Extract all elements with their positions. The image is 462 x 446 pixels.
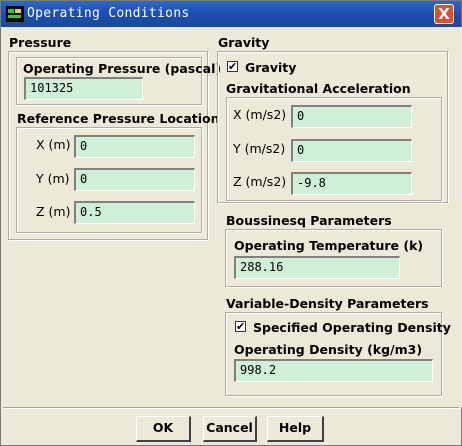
window-title: Operating Conditions	[27, 6, 190, 21]
operating-density-label: Operating Density (kg/m3)	[234, 342, 423, 357]
pressure-heading: Pressure	[9, 35, 72, 50]
operating-temperature-input[interactable]: 288.16	[234, 256, 400, 279]
button-separator	[3, 407, 459, 409]
help-button[interactable]: Help	[267, 416, 324, 442]
reference-pressure-location-heading: Reference Pressure Location	[17, 111, 220, 126]
specified-density-checkbox[interactable]: ✔	[235, 321, 246, 332]
variable-density-heading: Variable-Density Parameters	[226, 296, 429, 311]
gravity-y-label: Y (m/s2)	[233, 141, 286, 156]
app-icon	[6, 6, 24, 22]
close-icon: X	[438, 5, 450, 23]
gravity-checkbox[interactable]: ✔	[227, 61, 238, 72]
gravity-checkbox-label: Gravity	[245, 60, 297, 75]
ref-x-label: X (m)	[36, 137, 71, 152]
boussinesq-heading: Boussinesq Parameters	[226, 213, 392, 228]
ref-z-label: Z (m)	[36, 204, 71, 219]
gravity-heading: Gravity	[218, 35, 270, 50]
operating-pressure-input[interactable]: 101325	[24, 77, 143, 100]
operating-pressure-label: Operating Pressure (pascal)	[23, 61, 222, 76]
gravity-z-input[interactable]: -9.8	[291, 172, 412, 195]
gravitational-acceleration-heading: Gravitational Acceleration	[226, 81, 411, 96]
cancel-button[interactable]: Cancel	[203, 416, 257, 442]
ref-y-input[interactable]: 0	[74, 168, 195, 191]
gravity-z-label: Z (m/s2)	[233, 174, 287, 189]
operating-conditions-dialog: Operating Conditions X Pressure Operatin…	[0, 0, 462, 446]
gravity-x-input[interactable]: 0	[291, 105, 412, 128]
title-bar[interactable]: Operating Conditions X	[1, 1, 461, 27]
ref-x-input[interactable]: 0	[74, 135, 195, 158]
specified-density-label: Specified Operating Density	[253, 320, 451, 335]
check-mark-icon: ✔	[228, 60, 238, 73]
ref-y-label: Y (m)	[36, 171, 70, 186]
ok-button[interactable]: OK	[136, 416, 191, 442]
operating-density-input[interactable]: 998.2	[234, 359, 433, 382]
operating-temperature-label: Operating Temperature (k)	[234, 238, 424, 253]
gravity-y-input[interactable]: 0	[291, 139, 412, 162]
ref-z-input[interactable]: 0.5	[74, 201, 195, 224]
check-mark-icon: ✔	[236, 320, 246, 333]
gravity-x-label: X (m/s2)	[233, 107, 287, 122]
close-button[interactable]: X	[434, 4, 454, 24]
